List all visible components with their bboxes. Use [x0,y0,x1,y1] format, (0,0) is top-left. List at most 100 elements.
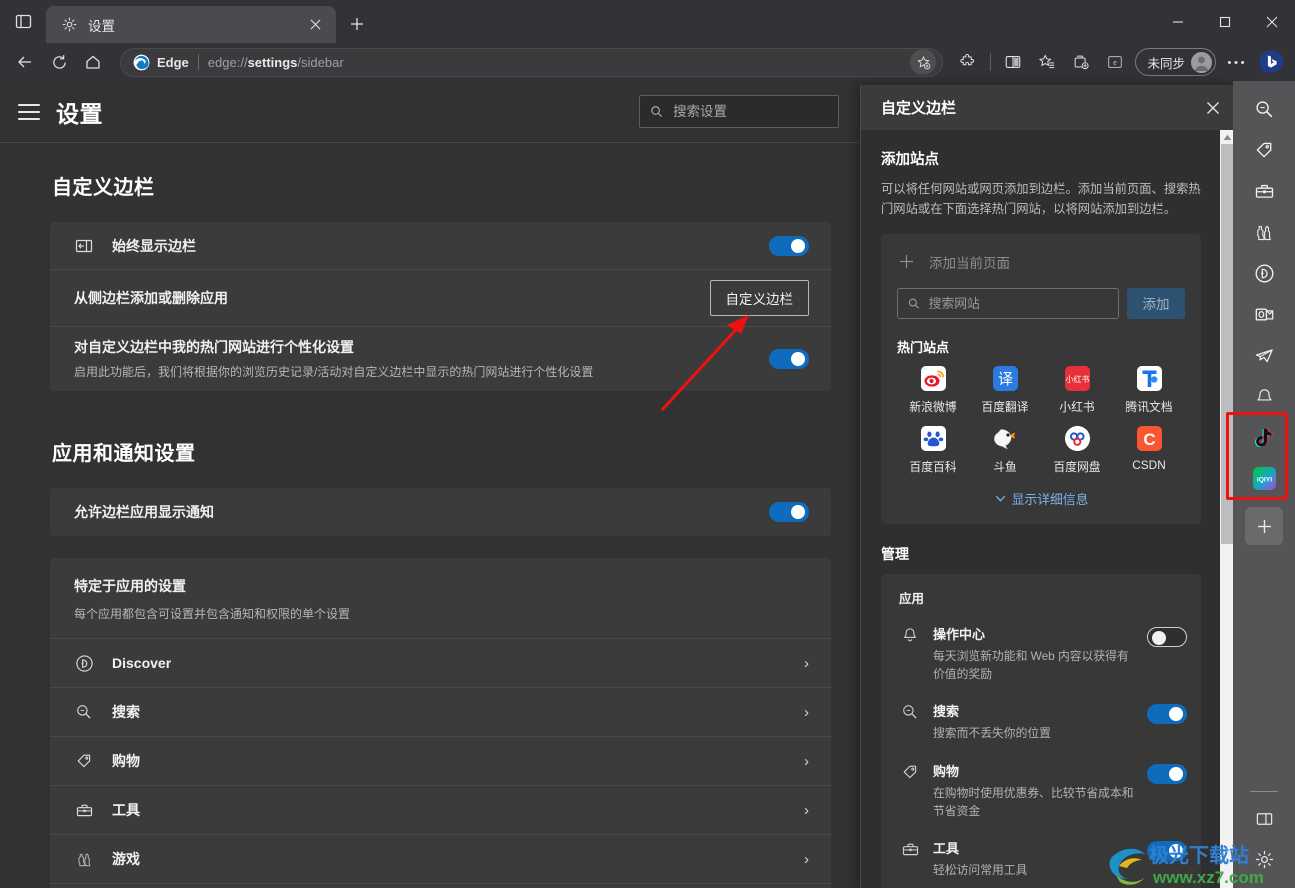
sidebar-item-discover[interactable] [1242,253,1286,294]
hot-site-item[interactable]: 腾讯文档 [1113,365,1185,415]
omnibox-brand-label: Edge [157,54,189,70]
app-row-games[interactable]: 游戏 › [50,835,831,885]
sidebar-item-outlook[interactable] [1242,294,1286,335]
site-search-input[interactable] [928,295,1108,311]
hot-site-label: 百度网盘 [1053,459,1101,474]
maximize-button[interactable] [1201,0,1248,43]
refresh-button[interactable] [42,45,76,79]
manage-app-desc: 轻松访问常用工具 [933,863,1028,878]
sidebar-item-tools[interactable] [1242,171,1286,212]
home-button[interactable] [76,45,110,79]
action-center-toggle[interactable] [1147,626,1187,647]
add-current-page-button[interactable]: 添加当前页面 [897,248,1185,276]
app-row-tools[interactable]: 工具 › [50,786,831,836]
ie-mode-button[interactable]: e [1098,45,1132,79]
app-name: 购物 [112,753,140,770]
browser-tab[interactable]: 设置 [46,6,336,43]
sidebar-item-games[interactable] [1242,212,1286,253]
tiktok-icon [1253,426,1276,449]
add-sidebar-app-button[interactable] [1245,507,1283,545]
back-button[interactable] [8,45,42,79]
search-app-toggle[interactable] [1147,704,1187,725]
shopping-app-toggle[interactable] [1147,763,1187,784]
tools-app-toggle[interactable] [1147,841,1187,862]
add-site-description: 可以将任何网站或网页添加到边栏。添加当前页面、搜索热门网站或在下面选择热门网站，… [881,182,1201,216]
hot-sites-title: 热门站点 [897,339,950,355]
bing-copilot-button[interactable] [1255,46,1287,78]
sidebar-item-telegram[interactable] [1242,335,1286,376]
close-window-button[interactable] [1248,0,1295,43]
douyu-icon [993,426,1018,451]
sidebar-toggle-pane-button[interactable] [1242,798,1286,839]
profile-button[interactable]: 未同步 [1135,48,1216,76]
minimize-button[interactable] [1154,0,1201,43]
ellipsis-icon [1227,60,1245,64]
sync-status-label: 未同步 [1147,56,1185,71]
split-screen-button[interactable] [996,45,1030,79]
row-label: 对自定义边栏中我的热门网站进行个性化设置 [74,339,354,355]
add-site-button[interactable]: 添加 [1127,287,1185,319]
app-row-discover[interactable]: Discover › [50,639,831,689]
add-site-title: 添加站点 [881,152,939,168]
tab-actions-button[interactable] [0,0,46,43]
manage-title: 管理 [881,545,909,562]
hot-site-item[interactable]: 百度百科 [897,425,969,475]
menu-icon[interactable] [18,103,40,120]
chevron-right-icon: › [804,752,809,770]
app-row-shopping[interactable]: 购物 › [50,737,831,787]
games-icon [1256,225,1271,241]
hot-site-item[interactable]: 新浪微博 [897,365,969,415]
hot-sites-grid: 新浪微博 译 百度翻译 小红书 小红书 腾讯文档 百度百科 斗鱼 百度网盘 C … [897,365,1185,475]
tag-icon [1256,142,1271,158]
close-tab-button[interactable] [302,12,328,38]
tag-icon [74,752,94,771]
sidebar-item-tiktok[interactable] [1242,417,1286,458]
sidebar-item-search[interactable] [1242,89,1286,130]
search-settings-input[interactable] [673,104,828,119]
sidebar-item-action-center[interactable] [1242,376,1286,417]
app-row-partial[interactable] [50,884,831,888]
hot-site-label: 斗鱼 [993,459,1017,474]
close-icon [1266,16,1277,27]
hot-site-item[interactable]: C CSDN [1113,425,1185,475]
manage-app-desc: 每天浏览新功能和 Web 内容以获得有价值的奖励 [933,648,1129,681]
customize-sidebar-flyout: 自定义边栏 添加站点 可以将任何网站或网页添加到边栏。添加当前页面、搜索热门网站… [860,85,1235,888]
favorites-button[interactable] [1030,45,1064,79]
plus-icon [351,18,363,30]
sidebar-item-shopping[interactable] [1242,130,1286,171]
favorites-star-list-icon [1039,54,1055,69]
hot-site-item[interactable]: 小红书 小红书 [1041,365,1113,415]
search-settings-box[interactable] [639,95,839,128]
manage-row-action-center: 操作中心 每天浏览新功能和 Web 内容以获得有价值的奖励 [881,615,1201,692]
collections-button[interactable] [1064,45,1098,79]
search-icon [651,106,662,117]
new-tab-button[interactable] [340,7,374,41]
sidebar-settings-button[interactable] [1242,839,1286,880]
customize-sidebar-button[interactable]: 自定义边栏 [709,280,809,316]
collections-icon [1075,55,1090,70]
plus-icon [897,254,915,269]
row-always-show-sidebar[interactable]: 始终显示边栏 [50,222,831,270]
extensions-button[interactable] [951,45,985,79]
personalize-top-sites-toggle[interactable] [769,349,809,370]
app-name: 游戏 [112,851,140,868]
outlook-icon [1255,308,1273,321]
app-row-search[interactable]: 搜索 › [50,688,831,738]
add-favorite-button[interactable] [910,49,937,75]
site-search-box[interactable] [897,287,1119,319]
sidebar-item-iqiyi[interactable]: iQIYI [1242,458,1286,499]
csdn-icon: C [1136,425,1162,451]
hot-site-item[interactable]: 斗鱼 [969,426,1041,475]
tab-actions-icon [15,14,31,29]
more-menu-button[interactable] [1219,45,1253,79]
close-flyout-button[interactable] [1197,92,1229,124]
hot-site-item[interactable]: 译 百度翻译 [969,365,1041,415]
allow-notifications-toggle[interactable] [769,502,809,523]
tag-icon [899,761,921,782]
app-name: 搜索 [112,704,140,721]
address-bar[interactable]: Edge edge://settings/sidebar [120,47,944,77]
always-show-sidebar-toggle[interactable] [769,235,809,256]
show-details-link[interactable]: 显示详细信息 [897,489,1185,508]
hot-site-item[interactable]: 百度网盘 [1041,425,1113,475]
page-title: 设置 [56,100,103,127]
